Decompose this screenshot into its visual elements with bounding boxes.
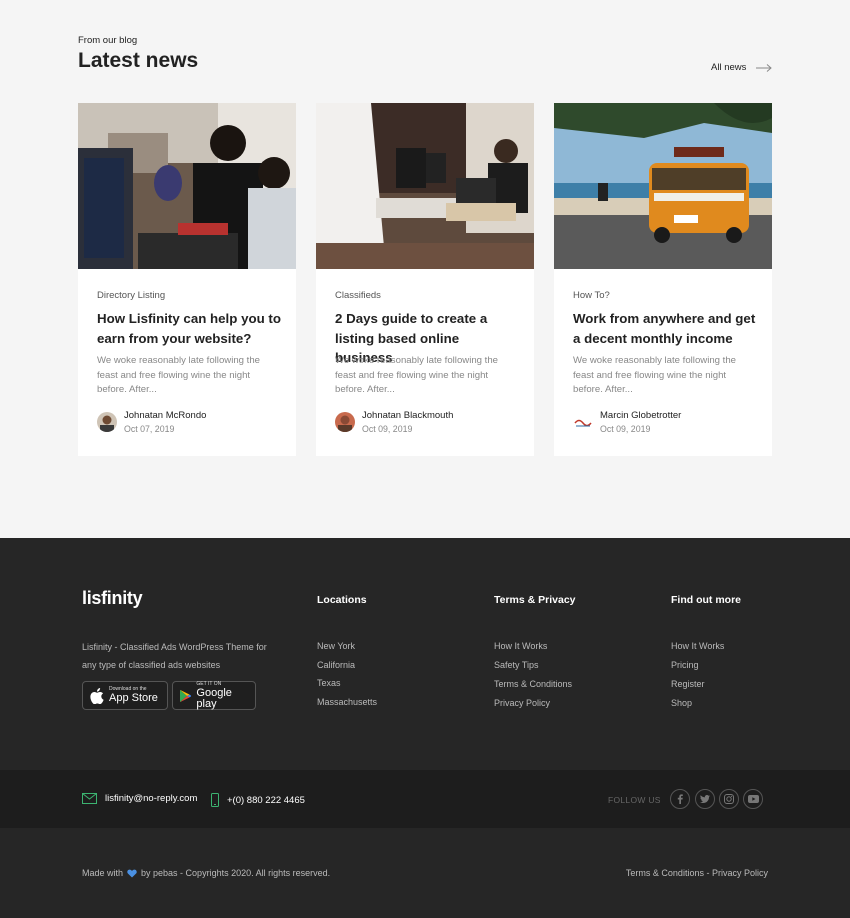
google-play-button[interactable]: GET IT ON Google play (172, 681, 256, 710)
facebook-icon[interactable] (670, 789, 690, 809)
footer-column-title: Find out more (671, 594, 741, 606)
footer-column-find-out-more: Find out more How It Works Pricing Regis… (671, 594, 741, 708)
blog-card-image-team-coding[interactable] (78, 103, 296, 269)
blog-card-image-beach-van[interactable] (554, 103, 772, 269)
footer-link[interactable]: Massachusetts (317, 697, 377, 707)
blog-card-excerpt: We woke reasonably late following the fe… (573, 355, 737, 395)
blog-card-author: Johnatan McRondo Oct 07, 2019 (97, 410, 206, 434)
twitter-icon[interactable] (695, 789, 715, 809)
blog-card-title[interactable]: How Lisfinity can help you to earn from … (97, 309, 281, 348)
legal-links: Terms & Conditions - Privacy Policy (626, 868, 768, 878)
post-date: Oct 07, 2019 (124, 424, 175, 434)
footer-link[interactable]: How It Works (494, 641, 572, 651)
footer-contact-bar: lisfinity@no-reply.com +(0) 880 222 4465… (0, 770, 850, 828)
footer-link[interactable]: Privacy Policy (494, 698, 572, 708)
follow-us-label: FOLLOW US (608, 795, 661, 805)
footer-column-locations: Locations New York California Texas Mass… (317, 594, 377, 707)
footer-column-terms: Terms & Privacy How It Works Safety Tips… (494, 594, 576, 708)
blog-card-title[interactable]: Work from anywhere and get a decent mont… (573, 309, 757, 348)
copyright: Made with by pebas - Copyrights 2020. Al… (82, 868, 330, 878)
avatar (335, 412, 355, 432)
latest-news-section: From our blog Latest news All news Direc… (0, 0, 850, 538)
author-name: Johnatan McRondo (124, 410, 207, 421)
blog-card-author: Marcin Globetrotter Oct 09, 2019 (573, 410, 681, 434)
blog-card-category: Classifieds (335, 290, 381, 301)
phone-link[interactable]: +(0) 880 222 4465 (211, 793, 305, 807)
copyright-suffix: by pebas - Copyrights 2020. All rights r… (141, 868, 331, 878)
blog-card-excerpt: We woke reasonably late following the fe… (97, 355, 261, 395)
blog-card-category: How To? (573, 290, 610, 301)
footer-link[interactable]: California (317, 660, 377, 670)
avatar (573, 412, 593, 432)
footer-link[interactable]: Pricing (671, 660, 724, 670)
footer-link[interactable]: Shop (671, 698, 724, 708)
all-news-label: All news (711, 62, 747, 73)
instagram-icon[interactable] (719, 789, 739, 809)
footer-column-title: Locations (317, 594, 367, 606)
apple-icon (90, 687, 104, 704)
app-store-label: App Store (109, 692, 158, 704)
all-news-link[interactable]: All news (711, 62, 773, 73)
footer-link[interactable]: Terms & Conditions (494, 679, 572, 689)
author-name: Johnatan Blackmouth (362, 410, 454, 421)
author-name: Marcin Globetrotter (600, 410, 682, 421)
footer-copyright-bar: Made with by pebas - Copyrights 2020. Al… (0, 828, 850, 918)
post-date: Oct 09, 2019 (600, 424, 651, 434)
google-play-icon (180, 689, 192, 702)
footer-column-title: Terms & Privacy (494, 594, 576, 606)
footer-main: lisfinity Lisfinity - Classified Ads Wor… (0, 538, 850, 770)
youtube-icon[interactable] (743, 789, 763, 809)
privacy-policy-link[interactable]: Privacy Policy (712, 868, 768, 878)
terms-conditions-link[interactable]: Terms & Conditions (626, 868, 704, 878)
google-play-label: Google play (196, 686, 232, 710)
footer-link[interactable]: Safety Tips (494, 660, 572, 670)
footer-link[interactable]: Texas (317, 678, 377, 688)
avatar (97, 412, 117, 432)
email-link[interactable]: lisfinity@no-reply.com (82, 793, 197, 804)
legal-separator: - (706, 868, 710, 878)
phone-number: +(0) 880 222 4465 (227, 794, 305, 806)
footer-link[interactable]: New York (317, 641, 377, 651)
google-play-small-text: GET IT ON (196, 680, 222, 687)
blog-card-image-office-laptop[interactable] (316, 103, 534, 269)
footer-link[interactable]: Register (671, 679, 724, 689)
blog-card-author: Johnatan Blackmouth Oct 09, 2019 (335, 410, 453, 434)
copyright-prefix: Made with (82, 868, 124, 878)
blog-card[interactable]: Directory Listing How Lisfinity can help… (78, 103, 296, 456)
app-store-button[interactable]: Download on the App Store (82, 681, 168, 710)
post-date: Oct 09, 2019 (362, 424, 413, 434)
email-address: lisfinity@no-reply.com (105, 793, 198, 804)
envelope-icon (82, 793, 97, 804)
footer-tagline: Lisfinity - Classified Ads WordPress The… (82, 642, 267, 670)
phone-icon (211, 793, 219, 807)
arrow-right-icon (756, 63, 773, 72)
footer-logo[interactable]: lisfinity (82, 588, 143, 609)
section-eyebrow: From our blog (78, 35, 138, 46)
section-heading: Latest news (78, 49, 199, 72)
blog-card-excerpt: We woke reasonably late following the fe… (335, 355, 499, 395)
blog-card[interactable]: How To? Work from anywhere and get a dec… (554, 103, 772, 456)
blog-card[interactable]: Classifieds 2 Days guide to create a lis… (316, 103, 534, 456)
footer-link[interactable]: How It Works (671, 641, 724, 651)
blog-card-category: Directory Listing (97, 290, 166, 301)
heart-icon (127, 869, 137, 877)
